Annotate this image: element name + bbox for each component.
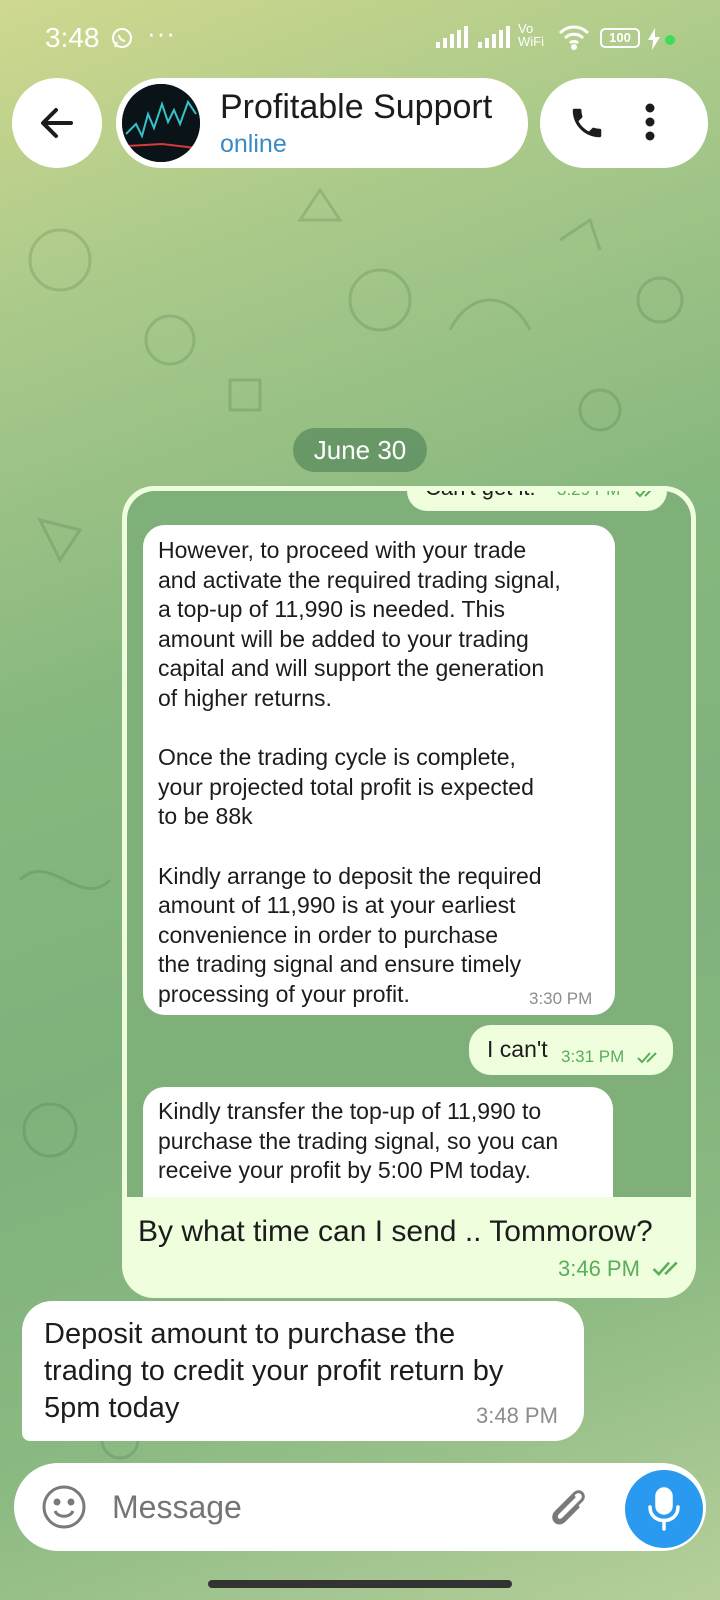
message-text: By what time can I send .. Tommorow?	[138, 1215, 653, 1248]
emoji-icon[interactable]	[40, 1483, 88, 1531]
message-time: 3:30 PM	[529, 989, 593, 1008]
attach-icon[interactable]	[544, 1483, 592, 1531]
message-time: 3:48 PM	[476, 1403, 558, 1428]
message-text: Kindly transfer the top-up of 11,990 to …	[158, 1098, 559, 1184]
privacy-dot-icon	[664, 33, 676, 51]
wifi-icon	[558, 24, 590, 55]
status-time: 3:48	[45, 22, 100, 53]
battery-indicator: 100	[600, 28, 640, 48]
signal-icon-2	[478, 26, 510, 53]
read-check-icon	[635, 491, 652, 498]
vowifi-label: Vo WiFi	[518, 21, 544, 49]
message-text: Deposit amount to purchase the trading t…	[44, 1318, 504, 1424]
avatar[interactable]	[122, 84, 200, 162]
message-text: However, to proceed with your trade and …	[158, 537, 561, 1007]
date-separator: June 30	[293, 428, 427, 472]
message-input[interactable]	[110, 1481, 514, 1533]
chat-status: online	[220, 130, 287, 158]
message-bubble-incoming[interactable]: Deposit amount to purchase the trading t…	[22, 1301, 584, 1441]
back-button[interactable]	[12, 78, 102, 168]
whatsapp-icon	[110, 26, 134, 55]
voice-record-button[interactable]	[625, 1470, 703, 1548]
arrow-left-icon	[41, 108, 73, 138]
message-bubble-outgoing[interactable]: I can't 3:31 PM	[469, 1025, 673, 1075]
message-bubble-incoming[interactable]: However, to proceed with your trade and …	[143, 525, 615, 1015]
message-composer	[14, 1463, 706, 1551]
message-time: 3:29 PM	[557, 491, 620, 500]
status-bar: 3:48 ··· Vo WiFi 100	[0, 0, 720, 78]
chat-header[interactable]: Profitable Support online	[116, 78, 528, 168]
message-time: 3:31 PM	[561, 1047, 625, 1066]
signal-icon	[436, 26, 468, 53]
more-vert-icon[interactable]	[644, 102, 656, 142]
microphone-icon	[648, 1487, 680, 1531]
message-text: I can't	[487, 1036, 548, 1062]
phone-icon[interactable]	[568, 104, 606, 142]
message-bubble-outgoing[interactable]: Can't get it! 3:29 PM	[407, 491, 667, 511]
header-actions	[540, 78, 708, 168]
charging-icon	[648, 28, 660, 55]
read-check-icon	[637, 1052, 657, 1064]
message-text: Can't get it!	[425, 491, 536, 503]
chat-title: Profitable Support	[220, 88, 493, 126]
embedded-screenshot[interactable]: Can't get it! 3:29 PM However, to procee…	[127, 491, 691, 1197]
more-notifications-icon: ···	[147, 18, 176, 48]
message-time: 3:46 PM	[558, 1256, 640, 1281]
home-indicator[interactable]	[208, 1580, 512, 1588]
read-check-icon	[652, 1261, 678, 1277]
message-bubble-incoming[interactable]: Kindly transfer the top-up of 11,990 to …	[143, 1087, 613, 1197]
